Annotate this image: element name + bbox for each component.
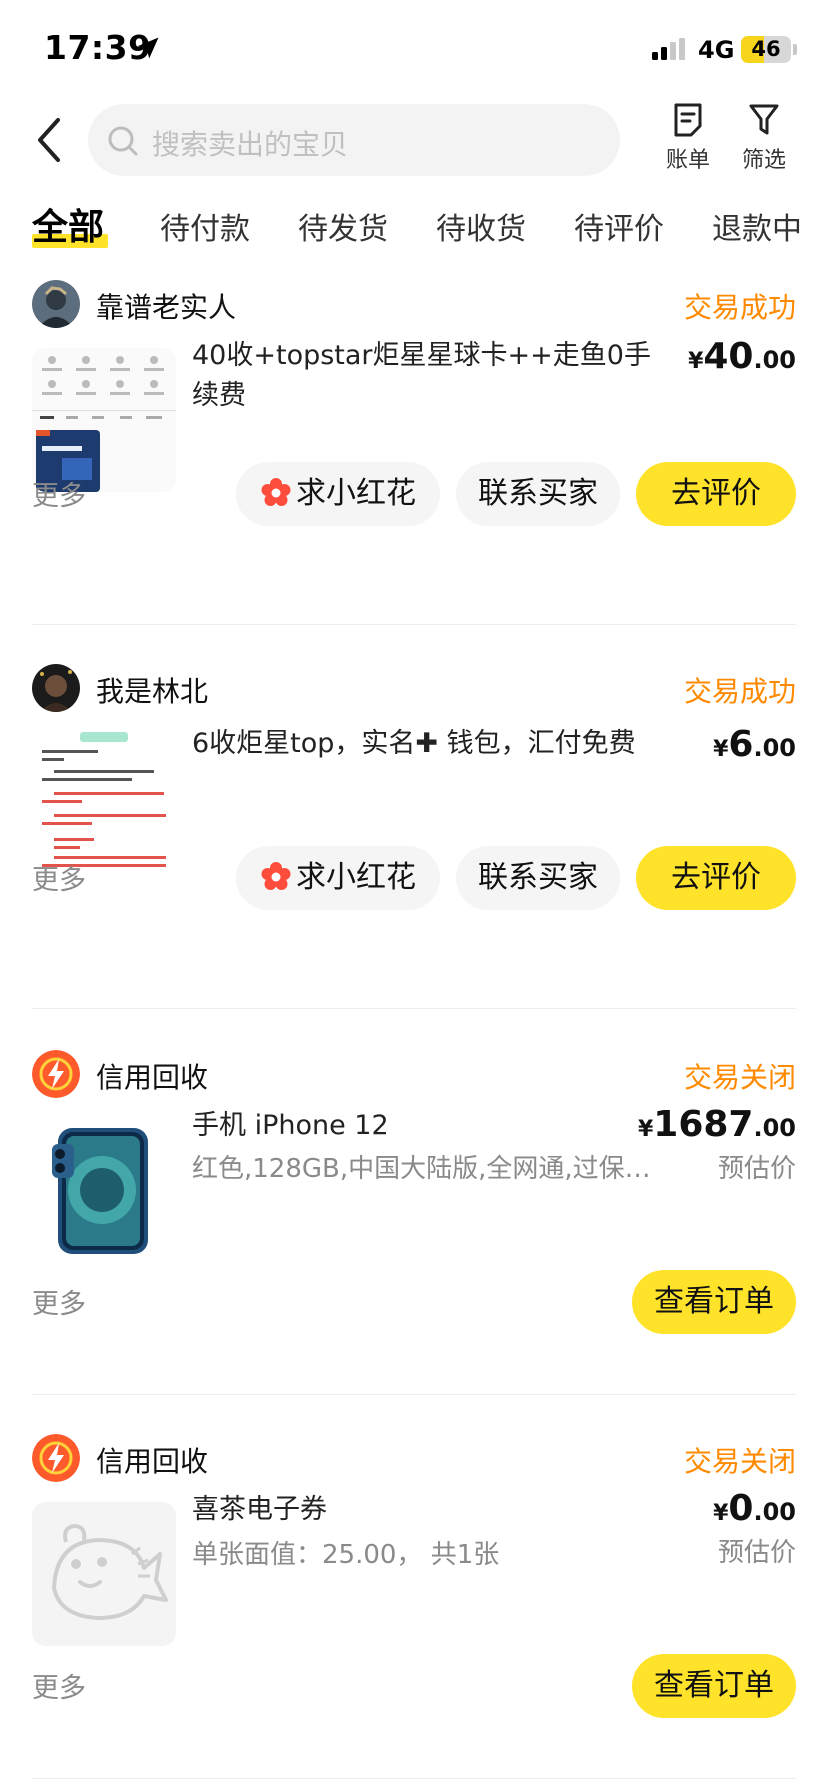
avatar[interactable] [32, 664, 80, 712]
tab-pending-receipt[interactable]: 待收货 [436, 204, 526, 248]
price-decimal: .00 [753, 1498, 796, 1526]
filter-label: 筛选 [741, 148, 786, 173]
price-currency: ¥ [713, 737, 729, 762]
filter-icon [749, 104, 779, 135]
contact-buyer-button[interactable]: 联系买家 [456, 846, 620, 910]
divider [32, 624, 796, 625]
filter-button[interactable]: 筛选 [724, 102, 804, 182]
product-title[interactable]: 手机 iPhone 12 [192, 1106, 672, 1146]
avatar[interactable] [32, 280, 80, 328]
divider [32, 1778, 796, 1779]
ask-flower-button[interactable]: 求小红花 [236, 846, 440, 910]
flower-icon [261, 861, 291, 890]
ask-flower-button[interactable]: 求小红花 [236, 462, 440, 526]
product-price: ¥6.00 [713, 724, 796, 765]
network-label: 4G [698, 36, 735, 64]
more-link[interactable]: 更多 [32, 1282, 86, 1321]
order-tabs: 全部 待付款 待发货 待收货 待评价 退款中 [0, 196, 828, 256]
flower-icon [261, 477, 291, 506]
order-status: 交易成功 [683, 675, 796, 708]
more-link[interactable]: 更多 [32, 1666, 86, 1705]
shop-name[interactable]: 靠谱老实人 [96, 286, 236, 326]
shop-name[interactable]: 信用回收 [96, 1056, 208, 1096]
review-button[interactable]: 去评价 [636, 846, 796, 910]
product-price: ¥40.00 [688, 336, 796, 377]
tab-all[interactable]: 全部 [32, 198, 104, 250]
product-thumbnail[interactable] [32, 732, 176, 876]
shop-name[interactable]: 信用回收 [96, 1440, 208, 1480]
shop-name[interactable]: 我是林北 [96, 670, 208, 710]
view-order-button[interactable]: 查看订单 [632, 1270, 796, 1334]
search-icon [108, 126, 138, 156]
price-currency: ¥ [688, 349, 704, 374]
voucher-details: 单张面值：25.00， 共1张 [192, 1540, 500, 1570]
product-price: ¥0.00 [713, 1488, 796, 1529]
order-status: 交易关闭 [683, 1061, 796, 1094]
more-link[interactable]: 更多 [32, 474, 86, 513]
battery-icon: 46 [741, 36, 791, 63]
bill-label: 账单 [665, 148, 710, 173]
tab-pending-review[interactable]: 待评价 [574, 204, 664, 248]
more-link[interactable]: 更多 [32, 858, 86, 897]
tab-pending-payment[interactable]: 待付款 [160, 204, 250, 248]
credit-recycle-logo-icon[interactable] [32, 1434, 80, 1482]
signal-icon [652, 38, 685, 60]
tab-pending-shipment[interactable]: 待发货 [298, 204, 388, 248]
order-status: 交易成功 [683, 291, 796, 324]
estimated-price-label: 预估价 [717, 1154, 796, 1184]
battery-tip [793, 44, 797, 55]
back-button[interactable] [30, 112, 74, 168]
ask-flower-label: 求小红花 [296, 860, 416, 895]
search-placeholder: 搜索卖出的宝贝 [152, 128, 349, 161]
price-currency: ¥ [713, 1501, 729, 1526]
review-button[interactable]: 去评价 [636, 462, 796, 526]
divider [32, 1394, 796, 1395]
product-price: ¥1687.00 [638, 1104, 796, 1145]
product-thumbnail[interactable] [32, 1118, 176, 1262]
product-specs: 红色,128GB,中国大陆版,全网通,过保,屏幕完好 [192, 1154, 652, 1184]
search-input[interactable]: 搜索卖出的宝贝 [88, 104, 620, 176]
contact-buyer-button[interactable]: 联系买家 [456, 462, 620, 526]
estimated-price-label: 预估价 [717, 1538, 796, 1568]
bill-icon [674, 103, 702, 137]
price-integer: 1687 [653, 1104, 754, 1145]
location-arrow-icon [137, 37, 159, 59]
price-decimal: .00 [753, 734, 796, 762]
credit-recycle-logo-icon[interactable] [32, 1050, 80, 1098]
price-decimal: .00 [753, 346, 796, 374]
product-title[interactable]: 6收炬星top，实名✚ 钱包，汇付免费 [192, 724, 672, 764]
price-decimal: .00 [753, 1114, 796, 1142]
bill-button[interactable]: 账单 [648, 102, 728, 182]
ask-flower-label: 求小红花 [296, 476, 416, 511]
price-integer: 0 [728, 1488, 754, 1529]
view-order-button[interactable]: 查看订单 [632, 1654, 796, 1718]
product-title[interactable]: 40收+topstar炬星星球卡++走鱼0手续费 [192, 336, 672, 416]
tab-refunding[interactable]: 退款中 [712, 204, 802, 248]
battery-level: 46 [751, 37, 781, 61]
price-integer: 6 [728, 724, 754, 765]
fish-placeholder-icon[interactable] [32, 1502, 176, 1646]
product-title[interactable]: 喜茶电子券 [192, 1490, 672, 1530]
price-integer: 40 [703, 336, 754, 377]
order-status: 交易关闭 [683, 1445, 796, 1478]
status-bar: 17:39 4G 46 [0, 0, 828, 100]
product-thumbnail[interactable] [32, 348, 176, 492]
price-currency: ¥ [637, 1117, 654, 1142]
divider [32, 1008, 796, 1009]
